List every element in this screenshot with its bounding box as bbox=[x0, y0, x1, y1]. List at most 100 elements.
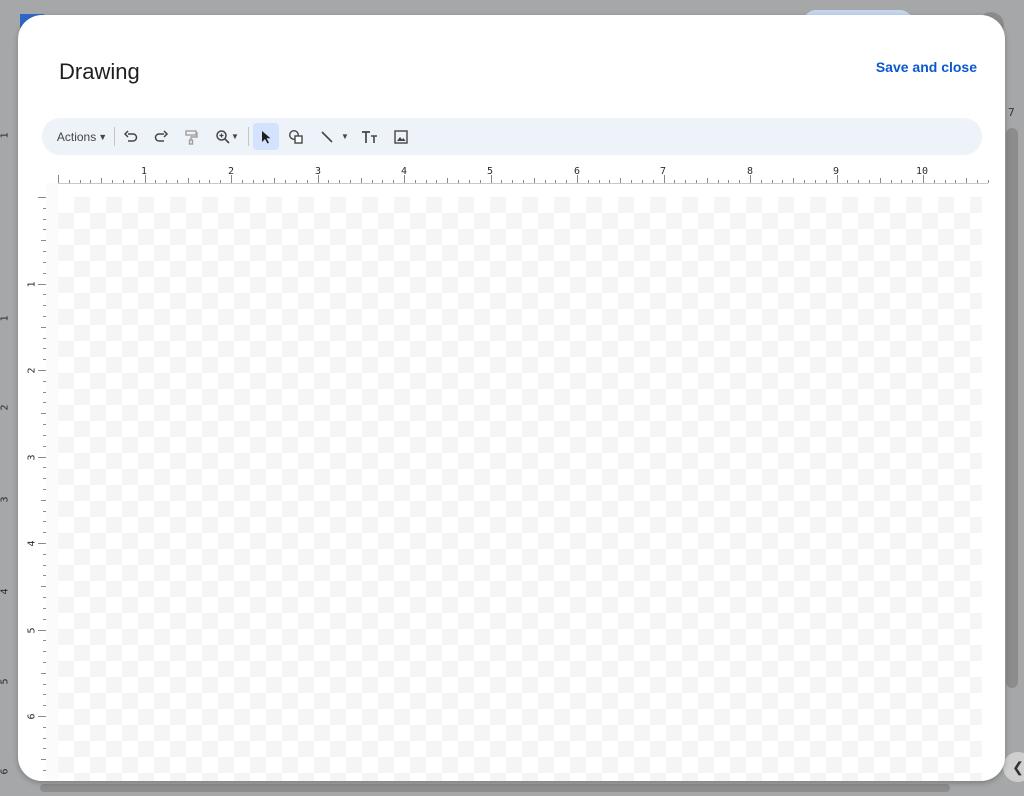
doc-ruler-number: 3 bbox=[0, 496, 11, 503]
ruler-tick bbox=[717, 180, 719, 183]
ruler-tick bbox=[901, 180, 903, 183]
ruler-tick bbox=[501, 180, 503, 183]
doc-ruler-number: 7 bbox=[1008, 106, 1015, 119]
ruler-tick bbox=[555, 180, 557, 183]
document-scrollbar[interactable] bbox=[1006, 128, 1018, 688]
line-tool-button[interactable]: ▼ bbox=[315, 123, 353, 150]
ruler-tick bbox=[306, 180, 308, 183]
ruler-tick bbox=[620, 178, 622, 183]
ruler-tick bbox=[652, 180, 654, 183]
ruler-tick bbox=[490, 175, 492, 183]
ruler-tick bbox=[868, 180, 870, 183]
chevron-left-icon[interactable]: ❮ bbox=[1003, 752, 1024, 782]
ruler-tick bbox=[663, 175, 665, 183]
ruler-tick bbox=[317, 175, 319, 183]
ruler-number: 6 bbox=[26, 713, 38, 720]
ruler-tick bbox=[728, 180, 730, 183]
insert-image-button[interactable] bbox=[388, 123, 414, 150]
ruler-tick bbox=[209, 180, 211, 183]
ruler-tick bbox=[512, 180, 514, 183]
paint-format-button[interactable] bbox=[178, 123, 204, 150]
vertical-ruler: 1 2 3 4 5 6 bbox=[26, 183, 47, 781]
ruler-tick bbox=[631, 180, 633, 183]
ruler-tick bbox=[263, 180, 265, 183]
select-icon bbox=[262, 130, 271, 143]
ruler-tick bbox=[977, 180, 979, 183]
ruler-tick bbox=[90, 180, 92, 183]
ruler-tick bbox=[468, 180, 470, 183]
zoom-button[interactable]: ▼ bbox=[210, 123, 244, 150]
doc-ruler-number: 6 bbox=[0, 768, 11, 775]
ruler-tick bbox=[566, 180, 568, 183]
ruler-tick bbox=[695, 180, 697, 183]
doc-ruler-number: 4 bbox=[0, 588, 11, 595]
ruler-tick bbox=[836, 175, 838, 183]
ruler-tick bbox=[382, 180, 384, 183]
ruler-tick bbox=[144, 175, 146, 183]
drawing-dialog: Drawing Save and close Actions ▼ ▼ ▼ 1 2… bbox=[18, 15, 1005, 781]
ruler-tick bbox=[479, 180, 481, 183]
ruler-tick bbox=[923, 175, 924, 183]
text-box-button[interactable] bbox=[357, 123, 383, 150]
horizontal-scrollbar[interactable] bbox=[40, 784, 950, 792]
actions-label: Actions bbox=[56, 129, 97, 144]
ruler-tick bbox=[847, 180, 849, 183]
text-box-icon bbox=[362, 130, 377, 143]
ruler-tick bbox=[706, 178, 708, 183]
ruler-tick bbox=[393, 180, 395, 183]
ruler-tick bbox=[641, 180, 643, 183]
ruler-tick bbox=[339, 180, 341, 183]
caret-down-icon: ▼ bbox=[341, 132, 349, 141]
ruler-tick bbox=[890, 180, 892, 183]
ruler-tick bbox=[58, 175, 59, 183]
ruler-tick bbox=[966, 178, 968, 183]
ruler-tick bbox=[220, 180, 222, 183]
save-and-close-button[interactable]: Save and close bbox=[876, 59, 977, 75]
ruler-tick bbox=[447, 178, 449, 183]
ruler-tick bbox=[274, 178, 276, 183]
ruler-tick bbox=[955, 180, 957, 183]
ruler-tick bbox=[944, 180, 946, 183]
ruler-tick bbox=[38, 197, 46, 198]
ruler-tick bbox=[68, 180, 70, 183]
ruler-tick bbox=[252, 180, 254, 183]
ruler-tick bbox=[295, 180, 297, 183]
ruler-tick bbox=[122, 180, 124, 183]
doc-ruler-number: 5 bbox=[0, 678, 11, 685]
redo-button[interactable] bbox=[148, 123, 174, 150]
ruler-tick bbox=[858, 180, 860, 183]
redo-icon bbox=[154, 129, 169, 142]
drawing-toolbar: Actions ▼ ▼ ▼ bbox=[42, 118, 982, 155]
doc-ruler-number: 2 bbox=[0, 404, 11, 411]
ruler-tick bbox=[674, 180, 676, 183]
document-vertical-ruler: 1 1 2 3 4 5 6 bbox=[0, 120, 16, 796]
ruler-tick bbox=[38, 716, 46, 717]
undo-button[interactable] bbox=[118, 123, 144, 150]
caret-down-icon: ▼ bbox=[98, 131, 108, 142]
ruler-tick bbox=[187, 178, 189, 183]
shape-tool-button[interactable] bbox=[283, 123, 309, 150]
actions-menu[interactable]: Actions ▼ bbox=[52, 123, 112, 150]
select-tool-button[interactable] bbox=[253, 123, 279, 150]
ruler-tick bbox=[38, 370, 46, 371]
ruler-tick bbox=[349, 180, 351, 183]
ruler-tick bbox=[793, 178, 795, 183]
ruler-tick bbox=[879, 178, 881, 183]
ruler-tick bbox=[912, 180, 914, 183]
toolbar-divider bbox=[248, 127, 249, 146]
ruler-tick bbox=[112, 180, 114, 183]
caret-down-icon: ▼ bbox=[231, 132, 239, 141]
drawing-canvas[interactable] bbox=[58, 197, 982, 781]
ruler-tick bbox=[587, 180, 589, 183]
ruler-number: 5 bbox=[26, 627, 38, 634]
ruler-tick bbox=[933, 180, 935, 183]
doc-ruler-number: 1 bbox=[0, 132, 11, 139]
ruler-tick bbox=[458, 180, 460, 183]
ruler-tick bbox=[987, 180, 989, 183]
ruler-tick bbox=[685, 180, 687, 183]
ruler-tick bbox=[814, 180, 816, 183]
ruler-tick bbox=[38, 543, 46, 544]
ruler-tick bbox=[609, 180, 611, 183]
horizontal-ruler: 1 2 3 4 5 6 7 8 9 10 bbox=[28, 163, 989, 184]
ruler-tick bbox=[101, 178, 103, 183]
